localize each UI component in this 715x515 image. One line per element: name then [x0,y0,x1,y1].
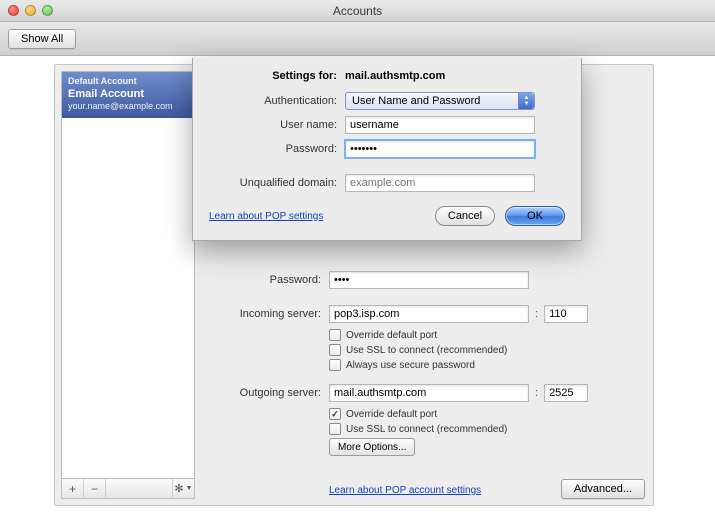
minimize-icon[interactable] [25,5,36,16]
settings-for-server: mail.authsmtp.com [345,70,445,82]
sheet-password-label: Password: [209,143,337,155]
show-all-button[interactable]: Show All [8,29,76,49]
account-list-footer: + − ✻ ▼ [61,479,195,499]
password-label: Password: [203,274,321,286]
account-name: Email Account [68,88,188,101]
authentication-select[interactable]: User Name and Password ▲▼ [345,92,535,110]
incoming-port-input[interactable] [544,305,588,323]
account-list[interactable]: Default Account Email Account your.name@… [61,71,195,479]
titlebar: Accounts [0,0,715,22]
ok-button[interactable]: OK [505,206,565,226]
secure-password-label: Always use secure password [346,360,475,371]
authentication-value: User Name and Password [352,95,480,107]
gear-icon: ✻ [174,482,183,495]
window-title: Accounts [333,4,382,18]
use-ssl-label: Use SSL to connect (recommended) [346,345,507,356]
port-separator: : [535,387,538,399]
override-port-label: Override default port [346,409,437,420]
authentication-label: Authentication: [209,95,337,107]
account-type-label: Default Account [68,76,188,87]
username-input[interactable] [345,116,535,134]
port-separator: : [535,308,538,320]
incoming-ssl-checkbox[interactable] [329,344,341,356]
outgoing-ssl-checkbox[interactable] [329,423,341,435]
smtp-settings-sheet: Settings for: mail.authsmtp.com Authenti… [192,58,582,241]
incoming-override-port-checkbox[interactable] [329,329,341,341]
use-ssl-label: Use SSL to connect (recommended) [346,424,507,435]
override-port-label: Override default port [346,330,437,341]
learn-pop-account-link[interactable]: Learn about POP account settings [329,485,481,496]
settings-for-label: Settings for: [209,70,337,82]
more-options-button[interactable]: More Options... [329,438,415,456]
password-input[interactable] [329,271,529,289]
add-account-button[interactable]: + [62,479,84,498]
secure-password-checkbox[interactable] [329,359,341,371]
account-email: your.name@example.com [68,101,188,112]
outgoing-server-label: Outgoing server: [203,387,321,399]
account-actions-button[interactable]: ✻ ▼ [172,479,194,498]
outgoing-server-input[interactable] [329,384,529,402]
unqualified-domain-label: Unqualified domain: [209,177,337,189]
outgoing-override-port-checkbox[interactable] [329,408,341,420]
remove-account-button[interactable]: − [84,479,106,498]
username-label: User name: [209,119,337,131]
unqualified-domain-input[interactable] [345,174,535,192]
incoming-server-label: Incoming server: [203,308,321,320]
sheet-password-input[interactable] [345,140,535,158]
close-icon[interactable] [8,5,19,16]
incoming-server-input[interactable] [329,305,529,323]
advanced-button[interactable]: Advanced... [561,479,645,499]
cancel-button[interactable]: Cancel [435,206,495,226]
learn-pop-settings-link[interactable]: Learn about POP settings [209,211,323,222]
select-arrows-icon: ▲▼ [518,93,534,109]
outgoing-port-input[interactable] [544,384,588,402]
account-list-item[interactable]: Default Account Email Account your.name@… [62,72,194,118]
chevron-down-icon: ▼ [186,485,193,492]
zoom-icon[interactable] [42,5,53,16]
toolbar: Show All [0,22,715,56]
